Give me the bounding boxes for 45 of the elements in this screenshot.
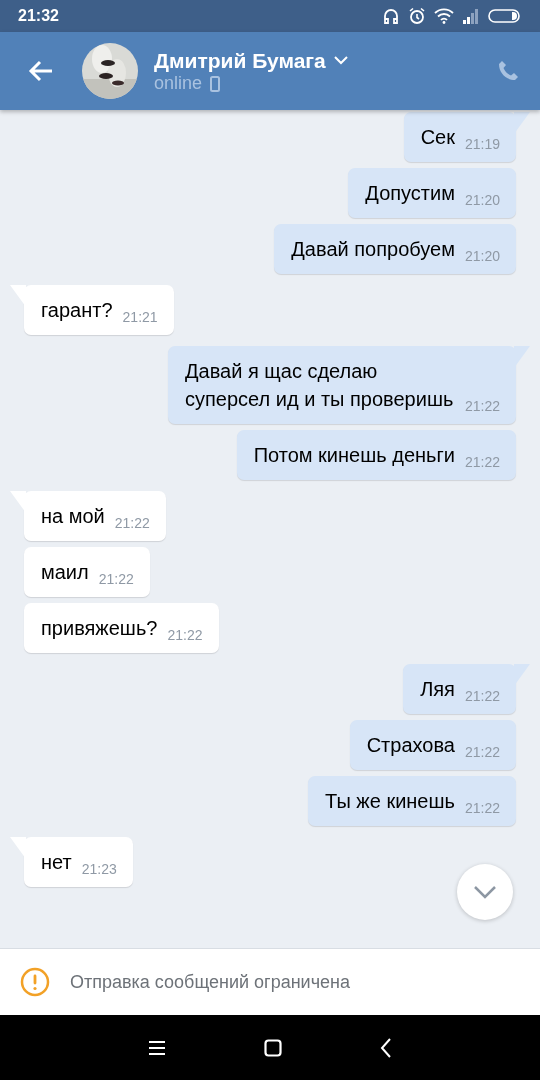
message-text: Ляя	[420, 677, 455, 702]
headphones-icon	[382, 7, 400, 25]
wifi-icon	[434, 8, 454, 24]
message-time: 21:22	[114, 514, 150, 533]
menu-icon	[148, 1039, 166, 1056]
back-icon	[380, 1037, 392, 1058]
message-text: Давай попробуем	[291, 237, 455, 262]
message-time: 21:20	[464, 247, 500, 266]
message-text: Допустим	[365, 181, 455, 206]
signal-icon	[462, 8, 480, 24]
contact-name[interactable]: Дмитрий Бумага	[154, 47, 326, 73]
phone-icon	[496, 59, 520, 83]
message-time: 21:22	[464, 453, 500, 472]
online-status: online	[154, 72, 203, 95]
message-text: Ты же кинешь	[325, 789, 455, 814]
message-text: на мой	[41, 504, 105, 529]
status-time: 21:32	[18, 6, 59, 26]
message-text: Страхова	[366, 733, 455, 758]
message-time: 21:22	[98, 570, 134, 589]
back-arrow-icon	[28, 60, 54, 82]
message-time: 21:20	[464, 191, 500, 210]
message-time: 21:21	[122, 308, 158, 327]
message-time: 21:22	[464, 799, 500, 818]
warning-icon	[20, 967, 50, 997]
message-time: 21:19	[464, 135, 500, 154]
message-time: 21:22	[464, 687, 500, 706]
notice-text: Отправка сообщений ограничена	[70, 970, 350, 994]
message-text: Потом кинешь деньги	[253, 443, 455, 468]
message-time: 21:22	[464, 743, 500, 762]
message-text: Давай я щас сделаю суперсел ид и ты проверишь	[185, 359, 455, 412]
alarm-icon	[408, 7, 426, 25]
phone-device-icon	[210, 75, 221, 92]
message-text: маил	[41, 560, 89, 585]
message-text: привяжешь?	[41, 616, 158, 641]
message-text: гарант?	[41, 298, 113, 323]
chevron-down-icon[interactable]	[333, 55, 348, 65]
battery-icon	[488, 8, 522, 24]
message-text: Сек	[420, 125, 455, 150]
message-time: 21:22	[464, 397, 500, 416]
message-time: 21:22	[167, 626, 203, 645]
chevron-down-icon	[473, 885, 497, 899]
message-time: 21:23	[81, 860, 117, 879]
avatar[interactable]	[82, 43, 138, 99]
square-icon	[264, 1038, 282, 1057]
message-text: нет	[41, 850, 72, 875]
